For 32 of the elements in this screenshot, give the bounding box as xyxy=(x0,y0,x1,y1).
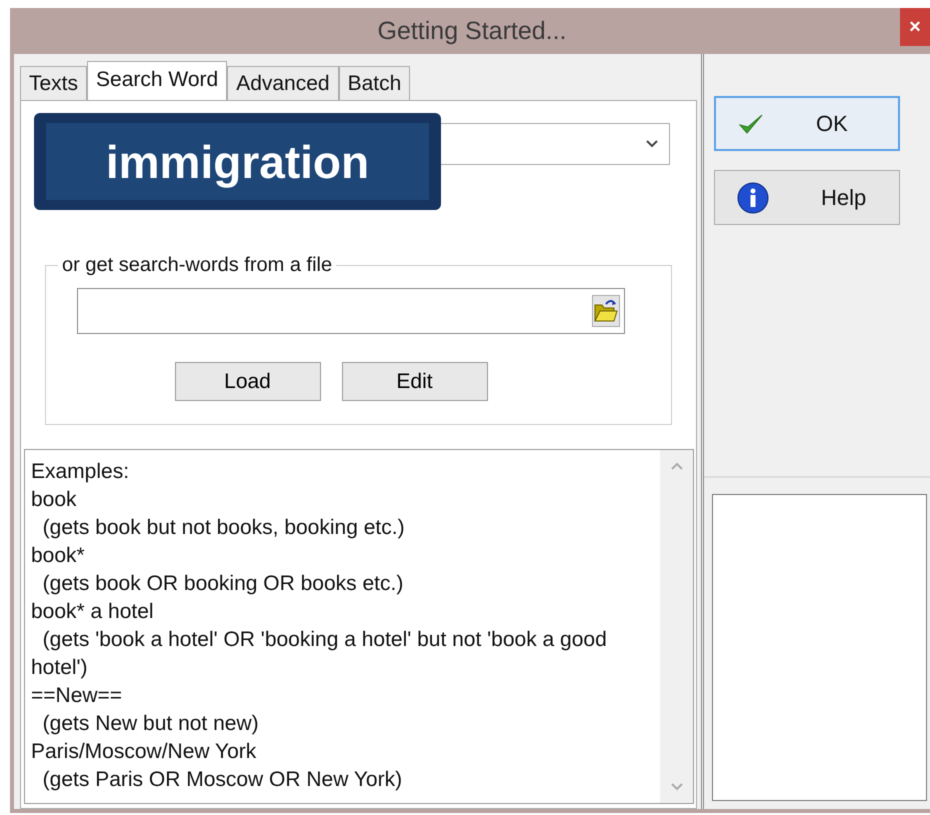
example-line: book* xyxy=(31,543,86,569)
example-line: (gets Paris OR Moscow OR New York) xyxy=(42,767,404,793)
example-line: Paris/Moscow/New York xyxy=(31,739,258,765)
callout-text: immigration xyxy=(46,123,429,200)
scroll-up-icon[interactable] xyxy=(670,462,684,471)
help-button[interactable]: Help xyxy=(714,170,900,225)
info-icon xyxy=(737,182,769,214)
chevron-icon xyxy=(645,139,659,149)
example-line: (gets 'book a hotel' OR 'booking a hotel' but not 'book a good hotel') xyxy=(31,627,608,681)
scrollbar[interactable] xyxy=(660,450,693,803)
folder-icon[interactable] xyxy=(592,295,620,327)
file-field[interactable] xyxy=(77,288,625,334)
examples-textarea[interactable] xyxy=(24,449,694,804)
example-line: (gets book but not books, booking etc.) xyxy=(42,515,406,541)
checkmark-icon xyxy=(738,112,764,136)
example-line: book xyxy=(31,487,78,513)
group-legend: or get search-words from a file xyxy=(58,254,336,277)
file-button[interactable]: Edit xyxy=(342,362,488,401)
example-line: ==New== xyxy=(31,683,124,709)
example-line: (gets book OR booking OR books etc.) xyxy=(42,571,404,597)
window-title: Getting Started... xyxy=(378,16,566,46)
tab[interactable]: Search Word xyxy=(87,61,228,101)
tab[interactable]: Texts xyxy=(20,66,88,100)
example-line: (gets New but not new) xyxy=(42,711,260,737)
ok-button[interactable]: OK xyxy=(714,96,900,151)
tab[interactable]: Advanced xyxy=(227,66,339,100)
scroll-down-icon[interactable] xyxy=(670,782,684,791)
file-button[interactable]: Load xyxy=(174,362,320,401)
tab[interactable]: Batch xyxy=(338,66,410,100)
example-line: book* a hotel xyxy=(31,599,155,625)
close-button[interactable]: × xyxy=(900,8,930,46)
example-line: Examples: xyxy=(31,459,130,485)
